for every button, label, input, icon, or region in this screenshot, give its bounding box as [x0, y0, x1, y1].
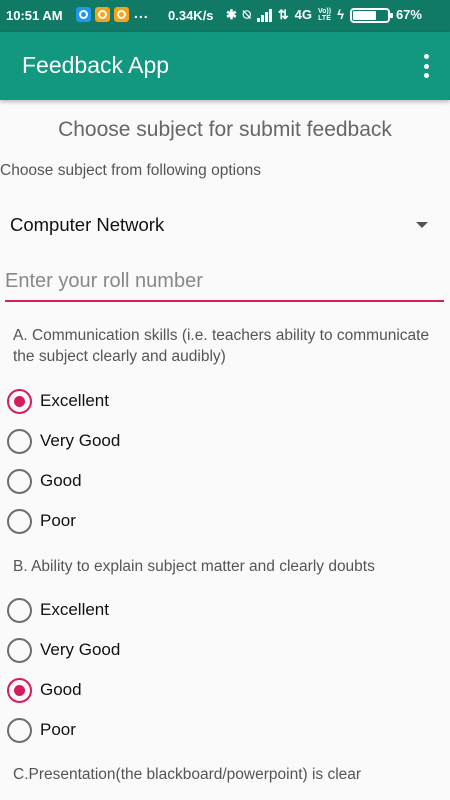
radio-option[interactable]: Good [7, 673, 307, 707]
radio-option[interactable]: Excellent [7, 384, 307, 418]
question-c: C.Presentation(the blackboard/powerpoint… [13, 766, 362, 783]
radio-option[interactable]: Very Good [7, 633, 307, 667]
radio-label: Poor [40, 720, 76, 739]
radio-label: Good [40, 471, 82, 490]
network-type: 4G [294, 7, 312, 22]
radio-button[interactable] [7, 388, 32, 414]
selected-subject: Computer Network [10, 214, 165, 235]
usb-debug-icon [76, 7, 91, 22]
radio-option[interactable]: Good [7, 464, 307, 498]
radio-button[interactable] [7, 468, 32, 494]
radio-option[interactable]: Very Good [7, 424, 307, 458]
radio-label: Very Good [40, 640, 121, 659]
battery-icon [349, 7, 393, 23]
roll-number-input[interactable] [5, 262, 444, 302]
signal-icon [256, 8, 272, 22]
question-b: B. Ability to explain subject matter and… [13, 558, 375, 575]
app-title: Feedback App [22, 52, 170, 78]
radio-button[interactable] [7, 637, 32, 663]
more-notifications-indicator: ... [134, 5, 149, 21]
radio-label: Excellent [40, 391, 109, 410]
radio-label: Very Good [40, 431, 121, 450]
charging-icon: ϟ [337, 7, 344, 22]
radio-option[interactable]: Poor [7, 713, 307, 747]
radio-button[interactable] [7, 597, 32, 623]
subject-spinner[interactable]: Computer Network [0, 200, 450, 250]
status-bar: 10:51 AM ... 0.34K/s ✱ ⍉ ⇅ 4G Vo)) LTE ϟ… [0, 0, 450, 32]
status-right-icons: ✱ ⍉ ⇅ 4G Vo)) LTE ϟ 67% [226, 6, 422, 24]
radio-button[interactable] [7, 717, 32, 743]
volte-icon: Vo)) LTE [317, 8, 332, 22]
page-heading: Choose subject for submit feedback [58, 118, 392, 141]
subject-instruction: Choose subject from following options [0, 162, 262, 179]
radio-label: Excellent [40, 600, 109, 619]
app-bar: Feedback App [0, 32, 450, 100]
app-notification-icon [114, 7, 129, 22]
data-arrows-icon: ⇅ [277, 7, 289, 22]
bluetooth-icon: ✱ [226, 7, 237, 22]
dropdown-arrow-icon [416, 222, 428, 228]
status-time: 10:51 AM [6, 8, 63, 23]
alarm-off-icon: ⍉ [242, 7, 251, 22]
radio-label: Poor [40, 511, 76, 530]
notification-icons [76, 7, 129, 22]
app-notification-icon [95, 7, 110, 22]
battery-percent: 67% [395, 7, 422, 22]
question-a: A. Communication skills (i.e. teachers a… [13, 327, 430, 365]
radio-button[interactable] [7, 428, 32, 454]
radio-label: Good [40, 680, 82, 699]
radio-option[interactable]: Excellent [7, 593, 307, 627]
radio-button[interactable] [7, 677, 32, 703]
overflow-menu-icon[interactable] [418, 52, 434, 80]
network-speed: 0.34K/s [168, 8, 214, 23]
radio-button[interactable] [7, 508, 32, 534]
radio-option[interactable]: Poor [7, 504, 307, 538]
